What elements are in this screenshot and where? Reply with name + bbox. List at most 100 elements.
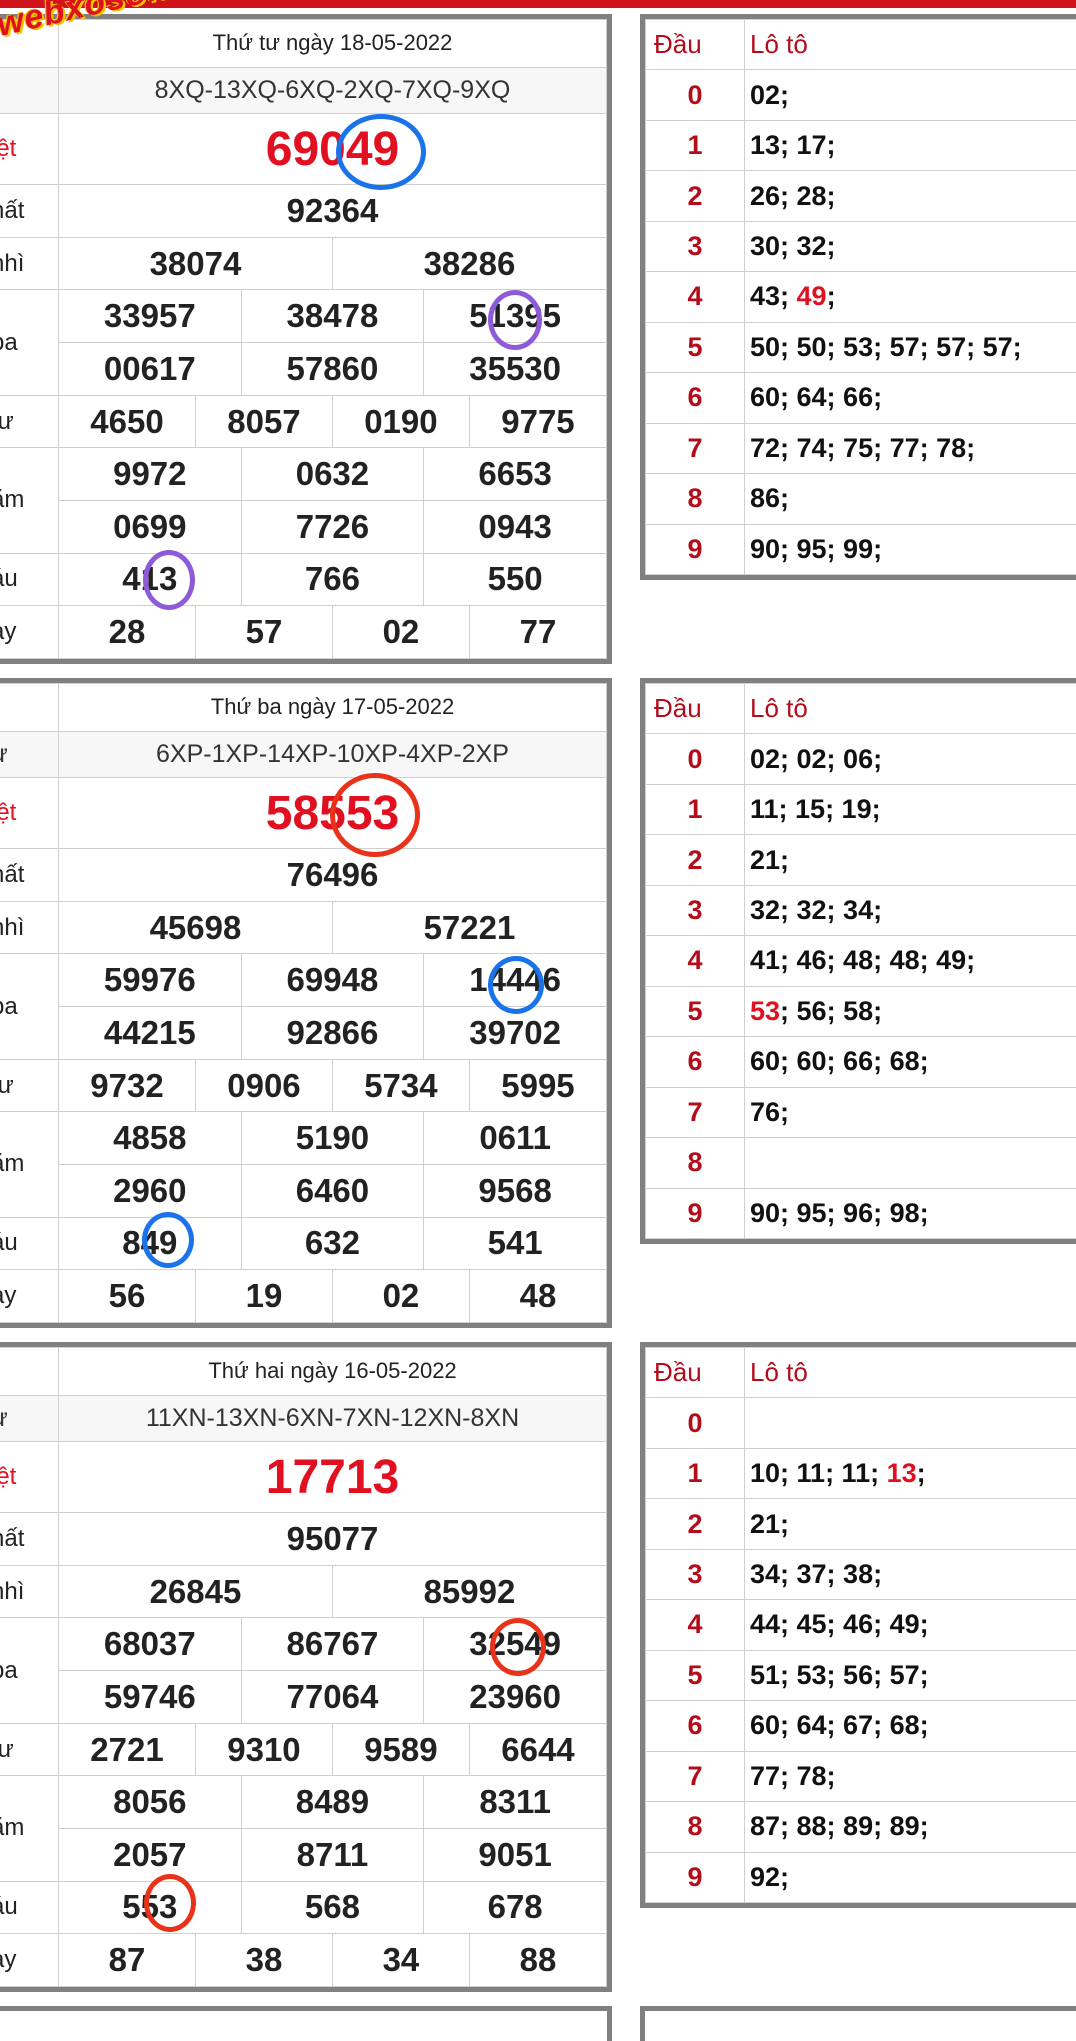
- row-label-special: iệt: [0, 1442, 59, 1513]
- loto-values: 43; 49;: [745, 272, 1076, 322]
- loto-values-head-label: Lô tô: [745, 1348, 1076, 1398]
- draw-code: 6XP-1XP-14XP-10XP-4XP-2XP: [59, 731, 607, 778]
- row-label-special: iệt: [0, 114, 59, 185]
- third-prize: 51395: [424, 290, 607, 343]
- fourth-prize: 5995: [469, 1059, 606, 1112]
- sixth-prize: 413: [59, 553, 242, 606]
- loto-values: 86;: [745, 474, 1076, 524]
- second-prize: 57221: [332, 901, 606, 954]
- loto-row: 660; 60; 66; 68;: [646, 1037, 1076, 1087]
- loto-row: 002; 02; 06;: [646, 734, 1076, 784]
- loto-value-text: 60; 64; 67; 68;: [750, 1710, 929, 1740]
- loto-head-digit: 1: [646, 120, 745, 170]
- seventh-prize: 88: [469, 1934, 606, 1987]
- loto-value-highlight: 13: [887, 1458, 917, 1488]
- loto-row: 772; 74; 75; 77; 78;: [646, 423, 1076, 473]
- row-label-fifth: ăm: [0, 1112, 59, 1217]
- third-prize: 68037: [59, 1618, 242, 1671]
- loto-head-digit: 4: [646, 272, 745, 322]
- loto-row: 887; 88; 89; 89;: [646, 1802, 1076, 1852]
- loto-row: 551; 53; 56; 57;: [646, 1650, 1076, 1700]
- loto-row: 111; 15; 19;: [646, 784, 1076, 834]
- row-label-second: nhì: [0, 237, 59, 290]
- row-label-first: hất: [0, 849, 59, 902]
- loto-header-row: ĐầuLô tô: [646, 684, 1076, 734]
- loto-row: 226; 28;: [646, 171, 1076, 221]
- third-prize: 44215: [59, 1007, 242, 1060]
- third-prize: 69948: [241, 954, 424, 1007]
- third-prize: 92866: [241, 1007, 424, 1060]
- loto-value-text: 44; 45; 46; 49;: [750, 1609, 929, 1639]
- loto-values: 32; 32; 34;: [745, 885, 1076, 935]
- draw-code: 8XQ-13XQ-6XQ-2XQ-7XQ-9XQ: [59, 67, 607, 114]
- loto-row: 444; 45; 46; 49;: [646, 1600, 1076, 1650]
- loto-row: 550; 50; 53; 57; 57; 57;: [646, 322, 1076, 372]
- loto-head-digit: 2: [646, 835, 745, 885]
- loto-value-text: 92;: [750, 1862, 789, 1892]
- fifth-prize: 0611: [424, 1112, 607, 1165]
- row-label-fifth: ăm: [0, 448, 59, 553]
- loto-head-digit: 4: [646, 936, 745, 986]
- loto-head-digit: 8: [646, 474, 745, 524]
- row-label-third: ba: [0, 954, 59, 1059]
- loto-head-digit: 7: [646, 1087, 745, 1137]
- row-label: [0, 684, 59, 732]
- loto-row: 660; 64; 67; 68;: [646, 1701, 1076, 1751]
- loto-value-text: 90; 95; 99;: [750, 534, 882, 564]
- loto-value-text: ;: [827, 281, 836, 311]
- loto-row: 777; 78;: [646, 1751, 1076, 1801]
- loto-value-text: 30; 32;: [750, 231, 836, 261]
- results-table: Thứ tư ngày 18-05-2022 8XQ-13XQ-6XQ-2XQ-…: [0, 14, 612, 664]
- results-table: Thứ hai ngày 16-05-2022 ự11XN-13XN-6XN-7…: [0, 1342, 612, 1992]
- loto-values: 13; 17;: [745, 120, 1076, 170]
- loto-row: 990; 95; 96; 98;: [646, 1188, 1076, 1238]
- loto-table-partial: [640, 2006, 1076, 2041]
- fifth-prize: 6460: [241, 1164, 424, 1217]
- row-label-second: nhì: [0, 1565, 59, 1618]
- fifth-prize: 2057: [59, 1828, 242, 1881]
- loto-value-text: 21;: [750, 1509, 789, 1539]
- third-prize: 33957: [59, 290, 242, 343]
- loto-values: 60; 64; 66;: [745, 373, 1076, 423]
- seventh-prize: 56: [59, 1270, 196, 1323]
- third-prize: 59976: [59, 954, 242, 1007]
- loto-head-digit: 2: [646, 1499, 745, 1549]
- third-prize: 59746: [59, 1671, 242, 1724]
- draw-date: Thứ ba ngày 17-05-2022: [59, 684, 607, 732]
- fourth-prize: 0190: [332, 395, 469, 448]
- loto-value-highlight: 53: [750, 996, 780, 1026]
- loto-values: 50; 50; 53; 57; 57; 57;: [745, 322, 1076, 372]
- third-prize: 57860: [241, 343, 424, 396]
- loto-head-digit: 8: [646, 1138, 745, 1188]
- loto-head-digit: 1: [646, 1448, 745, 1498]
- loto-value-text: 86;: [750, 483, 789, 513]
- fifth-prize: 4858: [59, 1112, 242, 1165]
- loto-header-row: ĐầuLô tô: [646, 1348, 1076, 1398]
- loto-row: 002;: [646, 70, 1076, 120]
- loto-head-digit: 0: [646, 734, 745, 784]
- sixth-prize: 550: [424, 553, 607, 606]
- draw-code: 11XN-13XN-6XN-7XN-12XN-8XN: [59, 1395, 607, 1442]
- row-label-third: ba: [0, 1618, 59, 1723]
- loto-values: 34; 37; 38;: [745, 1549, 1076, 1599]
- fifth-prize: 8489: [241, 1776, 424, 1829]
- loto-values: 60; 64; 67; 68;: [745, 1701, 1076, 1751]
- fifth-prize: 8056: [59, 1776, 242, 1829]
- loto-head-digit: 5: [646, 322, 745, 372]
- fifth-prize: 0699: [59, 500, 242, 553]
- loto-values: 60; 60; 66; 68;: [745, 1037, 1076, 1087]
- loto-value-text: 77; 78;: [750, 1761, 836, 1791]
- loto-value-text: 50; 50; 53; 57; 57; 57;: [750, 332, 1022, 362]
- sixth-prize: 541: [424, 1217, 607, 1270]
- seventh-prize: 34: [332, 1934, 469, 1987]
- loto-values: 92;: [745, 1852, 1076, 1902]
- seventh-prize: 48: [469, 1270, 606, 1323]
- row-label-first: hất: [0, 1513, 59, 1566]
- loto-values: 21;: [745, 1499, 1076, 1549]
- sixth-prize: 766: [241, 553, 424, 606]
- loto-value-text: 72; 74; 75; 77; 78;: [750, 433, 975, 463]
- loto-value-text: 32; 32; 34;: [750, 895, 882, 925]
- row-label-code: [0, 67, 59, 114]
- row-label-fourth: tư: [0, 1723, 59, 1776]
- loto-head-label: Đầu: [646, 20, 745, 70]
